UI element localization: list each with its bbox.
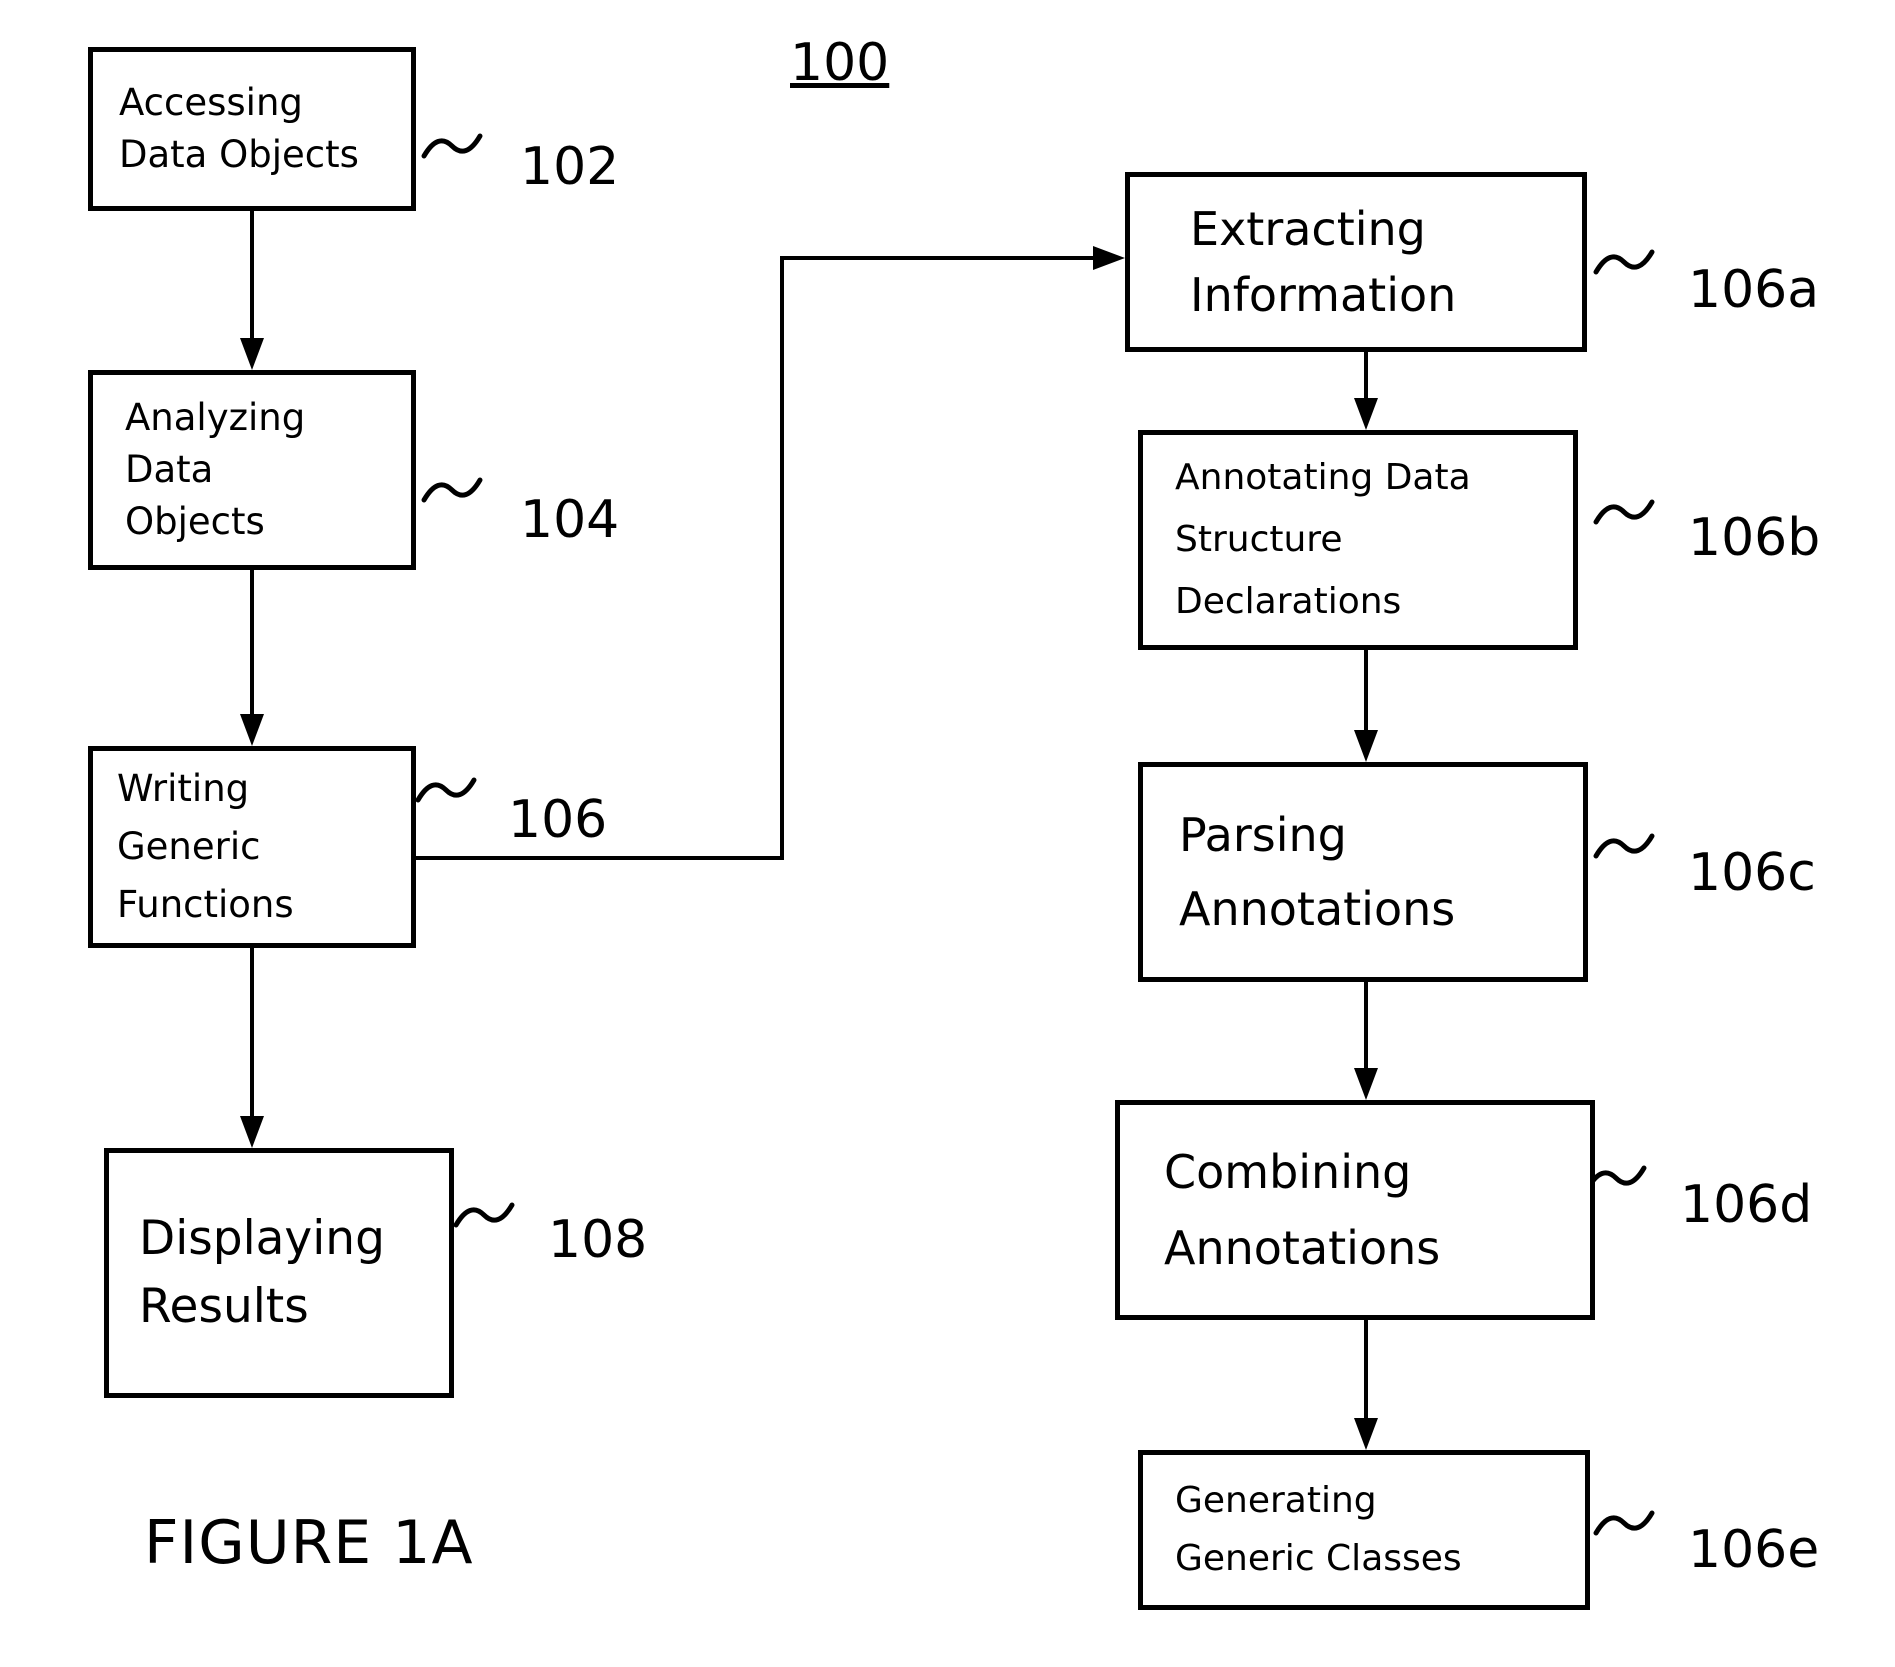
arrow-102-to-104	[240, 211, 264, 370]
arrow-106b-to-106c	[1354, 650, 1378, 762]
box-label-line: Parsing	[1179, 808, 1347, 862]
box-label-line: Objects	[125, 500, 265, 543]
leader-106c	[1593, 833, 1655, 859]
box-label-line: Displaying	[139, 1211, 385, 1266]
box-label-line: Generic Classes	[1175, 1538, 1462, 1579]
process-box-extracting-information[interactable]: Extracting Information	[1125, 172, 1587, 352]
box-label-line: Annotations	[1179, 882, 1456, 936]
leader-102	[421, 133, 483, 159]
box-label-line: Extracting	[1190, 202, 1426, 256]
process-box-analyzing-data-objects[interactable]: Analyzing Data Objects	[88, 370, 416, 570]
process-box-accessing-data-objects[interactable]: Accessing Data Objects	[88, 47, 416, 211]
box-label-line: Accessing	[119, 81, 303, 124]
reference-numeral-104: 104	[520, 490, 620, 550]
arrow-106-to-106a	[416, 246, 1125, 860]
process-box-parsing-annotations[interactable]: Parsing Annotations	[1138, 762, 1588, 982]
box-label-line: Functions	[117, 883, 294, 926]
box-label-line: Combining	[1164, 1145, 1412, 1199]
arrow-106c-to-106d	[1354, 982, 1378, 1100]
reference-numeral-106: 106	[508, 790, 608, 850]
arrow-106d-to-106e	[1354, 1320, 1378, 1450]
figure-number: 100	[790, 33, 890, 93]
reference-numeral-106e: 106e	[1688, 1520, 1820, 1580]
box-label-line: Data	[125, 448, 214, 491]
process-box-annotating-data-structure-declarations[interactable]: Annotating Data Structure Declarations	[1138, 430, 1578, 650]
leader-104	[421, 477, 483, 503]
reference-numeral-106c: 106c	[1688, 843, 1816, 903]
leader-106e	[1593, 1510, 1655, 1536]
box-label-line: Generating	[1175, 1480, 1377, 1521]
process-box-writing-generic-functions[interactable]: Writing Generic Functions	[88, 746, 416, 948]
figure-canvas: 100 Accessing Data Objects 102 Analyzing…	[0, 0, 1895, 1667]
leader-106d	[1585, 1165, 1647, 1191]
figure-title: FIGURE 1A	[144, 1508, 474, 1578]
box-label-line: Analyzing	[125, 396, 306, 439]
box-label-line: Data Objects	[119, 133, 359, 176]
leader-108	[453, 1202, 515, 1228]
leader-106b	[1593, 499, 1655, 525]
leader-106	[415, 777, 477, 803]
box-label-line: Structure	[1175, 519, 1343, 560]
box-label-line: Generic	[117, 825, 261, 868]
box-label-line: Results	[139, 1279, 309, 1334]
box-label-line: Writing	[117, 767, 250, 810]
reference-numeral-106a: 106a	[1688, 260, 1820, 320]
reference-numeral-106b: 106b	[1688, 508, 1821, 568]
process-box-generating-generic-classes[interactable]: Generating Generic Classes	[1138, 1450, 1590, 1610]
arrow-104-to-106	[240, 570, 264, 746]
box-label-line: Annotations	[1164, 1221, 1441, 1275]
arrow-106a-to-106b	[1354, 352, 1378, 430]
reference-numeral-106d: 106d	[1680, 1175, 1813, 1235]
box-label-line: Annotating Data	[1175, 457, 1471, 498]
leader-106a	[1593, 249, 1655, 275]
reference-numeral-102: 102	[520, 137, 620, 197]
arrow-106-to-108	[240, 948, 264, 1148]
process-box-combining-annotations[interactable]: Combining Annotations	[1115, 1100, 1595, 1320]
process-box-displaying-results[interactable]: Displaying Results	[104, 1148, 454, 1398]
box-label-line: Information	[1190, 268, 1457, 322]
reference-numeral-108: 108	[548, 1210, 648, 1270]
box-label-line: Declarations	[1175, 581, 1402, 622]
